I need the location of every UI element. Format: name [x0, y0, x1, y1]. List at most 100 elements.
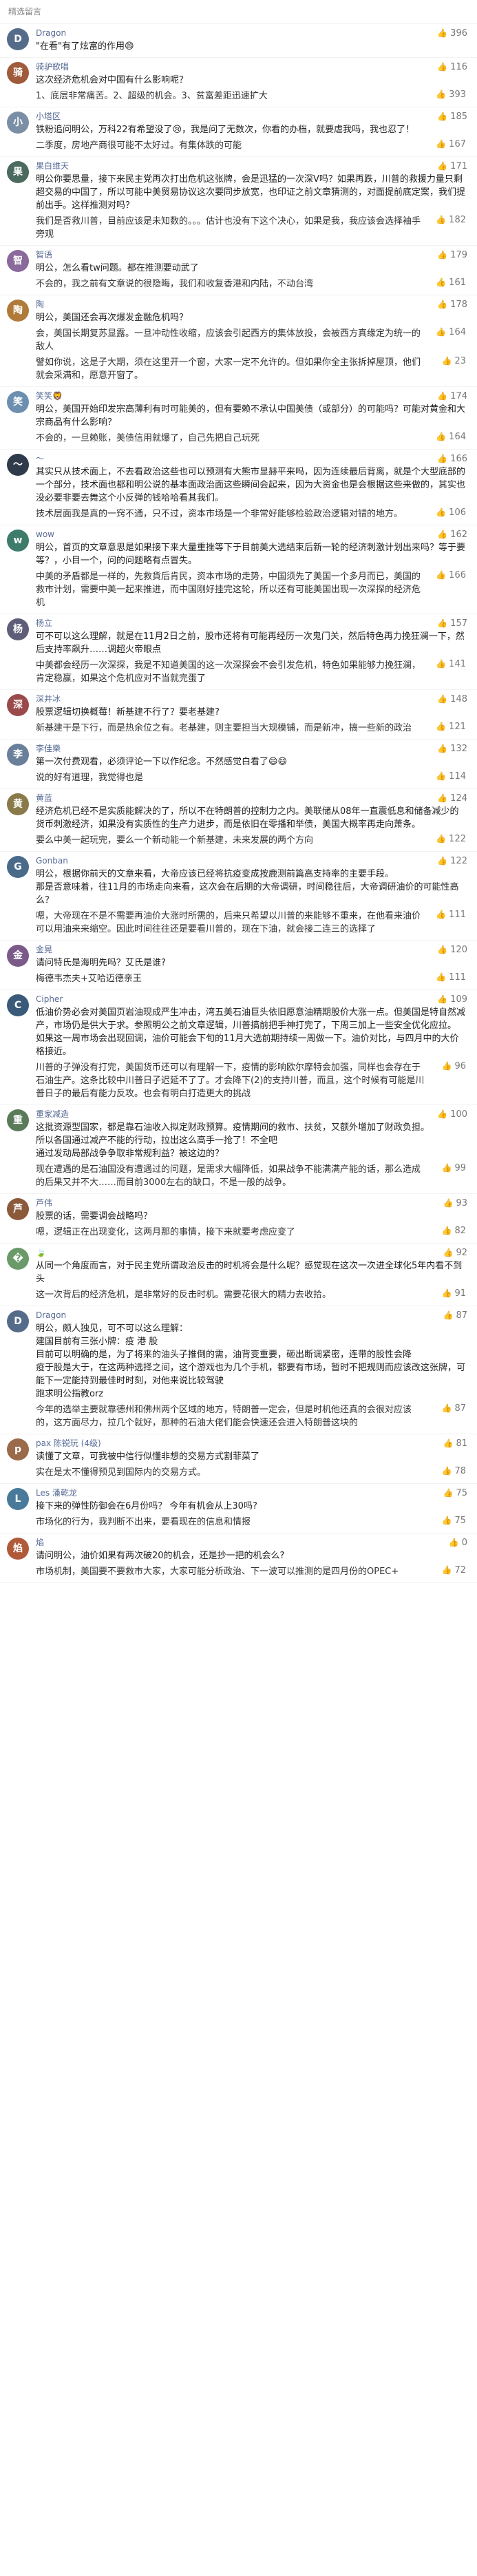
- like-button[interactable]: 👍 166: [436, 570, 466, 580]
- like-button[interactable]: 👍 91: [442, 1288, 467, 1299]
- avatar[interactable]: 笑: [7, 391, 29, 413]
- like-button[interactable]: 👍 121: [436, 722, 466, 732]
- like-button[interactable]: 👍 82: [442, 1226, 467, 1236]
- username[interactable]: pax 陈锐玩 (4级): [36, 1438, 466, 1449]
- comment-item: � 🍃 👍 92 从同一个角度而言，对于民主党所谓政治反击的时机将会是什么呢？感觉现在这…: [0, 1244, 477, 1306]
- like-button[interactable]: 👍 93: [443, 1198, 468, 1208]
- avatar[interactable]: 智: [7, 250, 29, 272]
- like-button[interactable]: 👍 141: [436, 659, 466, 669]
- like-button[interactable]: 👍 396: [437, 28, 467, 39]
- like-button[interactable]: 👍 122: [436, 834, 466, 844]
- like-button[interactable]: 👍 164: [436, 432, 466, 442]
- like-button[interactable]: 👍 81: [443, 1438, 468, 1449]
- username[interactable]: Cipher: [36, 994, 466, 1005]
- like-button[interactable]: 👍 96: [442, 1061, 467, 1071]
- reply-text: 这一次背后的经济危机，是非常好的反击时机。需要花很大的精力去收拾。: [36, 1290, 332, 1300]
- like-button[interactable]: 👍 87: [443, 1310, 468, 1321]
- like-button[interactable]: 👍 171: [437, 161, 467, 171]
- avatar[interactable]: 骑: [7, 62, 29, 84]
- username[interactable]: 金晃: [36, 944, 466, 955]
- like-button[interactable]: 👍 120: [437, 945, 467, 955]
- username[interactable]: 黄蓝: [36, 793, 466, 804]
- username[interactable]: 果白维天: [36, 160, 466, 171]
- like-button[interactable]: 👍 393: [436, 90, 466, 100]
- like-button[interactable]: 👍 99: [442, 1163, 467, 1173]
- avatar[interactable]: p: [7, 1438, 29, 1460]
- like-button[interactable]: 👍 166: [437, 454, 467, 464]
- username[interactable]: 小塔区: [36, 111, 466, 122]
- thumb-up-icon: 👍: [437, 250, 448, 260]
- avatar[interactable]: 果: [7, 161, 29, 183]
- comment-text: 明公你要思量，接下来民主党再次打出危机这张牌，会是迅猛的一次深V吗？如果再跌，川…: [36, 174, 466, 211]
- username[interactable]: Les 潘乾龙: [36, 1487, 466, 1498]
- like-button[interactable]: 👍 72: [442, 1565, 467, 1575]
- avatar[interactable]: 杨: [7, 618, 29, 640]
- like-button[interactable]: 👍 174: [437, 391, 467, 401]
- like-button[interactable]: 👍 109: [437, 994, 467, 1005]
- like-button[interactable]: 👍 75: [442, 1516, 467, 1526]
- username[interactable]: wow: [36, 529, 466, 540]
- avatar[interactable]: 陶: [7, 300, 29, 322]
- avatar[interactable]: D: [7, 1310, 29, 1332]
- like-button[interactable]: 👍 100: [437, 1109, 467, 1120]
- like-button[interactable]: 👍 114: [436, 771, 466, 782]
- like-button[interactable]: 👍 124: [437, 793, 467, 804]
- like-button[interactable]: 👍 132: [437, 744, 467, 754]
- like-button[interactable]: 👍 148: [437, 694, 467, 704]
- username[interactable]: 智语: [36, 249, 466, 260]
- avatar[interactable]: 黄: [7, 793, 29, 815]
- author-reply: 今年的选举主要就靠德州和佛州两个区域的地方，特朗普一定会，但是时机他还真的会很对…: [36, 1403, 466, 1430]
- username[interactable]: 芦伟: [36, 1197, 466, 1208]
- username[interactable]: 焰: [36, 1537, 466, 1548]
- like-button[interactable]: 👍 167: [436, 139, 466, 149]
- avatar[interactable]: 李: [7, 744, 29, 766]
- username[interactable]: Dragon: [36, 28, 466, 39]
- username[interactable]: 陶: [36, 299, 466, 310]
- like-button[interactable]: 👍 87: [442, 1403, 467, 1414]
- avatar[interactable]: 深: [7, 694, 29, 716]
- like-button[interactable]: 👍 75: [443, 1488, 468, 1498]
- username[interactable]: 笑笑🦁: [36, 390, 466, 401]
- like-button[interactable]: 👍 111: [436, 972, 466, 983]
- username[interactable]: 🍃: [36, 1247, 466, 1258]
- username[interactable]: 李佳樂: [36, 743, 466, 754]
- username[interactable]: Gonban: [36, 855, 466, 866]
- avatar[interactable]: 小: [7, 112, 29, 134]
- avatar[interactable]: G: [7, 856, 29, 878]
- avatar[interactable]: 芦: [7, 1198, 29, 1220]
- avatar[interactable]: �: [7, 1248, 29, 1270]
- username[interactable]: 骑驴歌唱: [36, 61, 466, 72]
- like-button[interactable]: 👍 164: [436, 327, 466, 337]
- like-button[interactable]: 👍 185: [437, 112, 467, 122]
- avatar[interactable]: L: [7, 1488, 29, 1510]
- thumb-up-icon: 👍: [443, 1310, 454, 1320]
- like-button[interactable]: 👍 161: [436, 278, 466, 288]
- like-button[interactable]: 👍 157: [437, 618, 467, 629]
- like-button[interactable]: 👍 178: [437, 300, 467, 310]
- username[interactable]: Dragon: [36, 1310, 466, 1321]
- username[interactable]: 杨立: [36, 618, 466, 629]
- username[interactable]: ～: [36, 453, 466, 464]
- avatar[interactable]: 焰: [7, 1538, 29, 1560]
- username[interactable]: 重家减造: [36, 1109, 466, 1120]
- username[interactable]: 深井冰: [36, 693, 466, 704]
- thumb-up-icon: 👍: [437, 744, 448, 753]
- avatar[interactable]: ～: [7, 454, 29, 476]
- like-button[interactable]: 👍 92: [443, 1248, 468, 1258]
- like-button[interactable]: 👍 78: [442, 1466, 467, 1476]
- avatar[interactable]: D: [7, 28, 29, 50]
- like-button[interactable]: 👍 182: [436, 215, 466, 225]
- like-button[interactable]: 👍 0: [449, 1538, 467, 1548]
- like-button[interactable]: 👍 111: [436, 910, 466, 920]
- like-button[interactable]: 👍 122: [437, 856, 467, 866]
- like-button[interactable]: 👍 106: [436, 507, 466, 518]
- like-count: 23: [454, 356, 466, 366]
- like-button[interactable]: 👍 179: [437, 250, 467, 260]
- avatar[interactable]: 重: [7, 1109, 29, 1131]
- like-button[interactable]: 👍 116: [437, 62, 467, 72]
- like-button[interactable]: 👍 23: [442, 356, 467, 366]
- avatar[interactable]: 金: [7, 945, 29, 967]
- like-button[interactable]: 👍 162: [437, 530, 467, 540]
- avatar[interactable]: w: [7, 530, 29, 552]
- avatar[interactable]: C: [7, 994, 29, 1016]
